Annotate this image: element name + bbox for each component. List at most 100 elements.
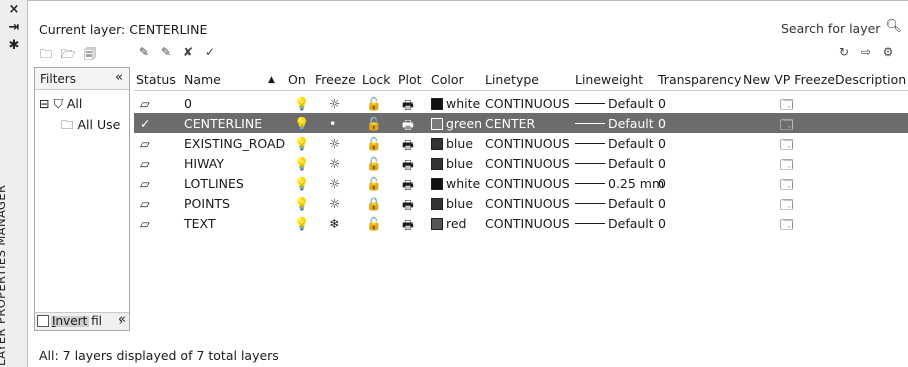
layer-name[interactable]: EXISTING_ROAD — [184, 136, 285, 151]
new-property-filter-icon[interactable]: 🗀 — [38, 45, 54, 66]
freeze-sun-icon[interactable]: ❄ — [329, 216, 339, 231]
transparency-value[interactable]: 0 — [658, 176, 666, 191]
layer-name[interactable]: LOTLINES — [184, 176, 244, 191]
set-current-icon[interactable]: ✓ — [202, 45, 218, 59]
linetype-cell[interactable]: CENTER — [485, 116, 535, 131]
collapse-tree-button[interactable]: « — [118, 312, 126, 327]
layer-name[interactable]: TEXT — [184, 216, 216, 231]
lightbulb-icon[interactable]: 💡 — [294, 136, 310, 152]
freeze-sun-icon[interactable]: ☼ — [329, 156, 340, 171]
settings-icon[interactable]: ⚙ — [880, 45, 896, 59]
expand-icon[interactable]: ⊟ — [39, 96, 49, 111]
lock-icon[interactable]: 🔓 — [366, 156, 382, 172]
invert-filter-checkbox[interactable] — [37, 315, 49, 327]
linetype-cell[interactable]: CONTINUOUS — [485, 216, 570, 231]
col-lineweight[interactable]: Lineweight — [575, 72, 643, 87]
new-layer-icon[interactable]: ✎ — [136, 45, 152, 59]
properties-icon[interactable]: ✱ — [0, 38, 28, 53]
invert-filter[interactable]: Invert fil « — [34, 311, 130, 333]
status-icon[interactable]: ▱ — [140, 196, 150, 211]
layer-name[interactable]: 0 — [184, 96, 192, 111]
lineweight-cell[interactable]: Default — [575, 216, 654, 231]
color-cell[interactable]: blue — [431, 196, 473, 211]
close-icon[interactable]: × — [0, 2, 28, 17]
freeze-sun-icon[interactable]: • — [329, 116, 336, 131]
status-icon[interactable]: ▱ — [140, 156, 150, 171]
transparency-value[interactable]: 0 — [658, 216, 666, 231]
col-status[interactable]: Status — [136, 72, 176, 87]
layer-name[interactable]: POINTS — [184, 196, 230, 211]
layer-row[interactable]: ▱ LOTLINES 💡 ☼ 🔓 🖶 white CONTINUOUS 0.25 mm 0 🗔 — [134, 173, 908, 193]
col-lock[interactable]: Lock — [362, 72, 391, 87]
color-cell[interactable]: green — [431, 116, 482, 131]
layer-states-manager-icon[interactable]: 🗐 — [82, 45, 98, 66]
lightbulb-icon[interactable]: 💡 — [294, 96, 310, 112]
freeze-sun-icon[interactable]: ☼ — [329, 136, 340, 151]
transparency-value[interactable]: 0 — [658, 196, 666, 211]
status-icon[interactable]: ▱ — [140, 176, 150, 191]
linetype-cell[interactable]: CONTINUOUS — [485, 136, 570, 151]
vp-freeze-icon[interactable]: 🗔 — [780, 216, 794, 237]
transparency-value[interactable]: 0 — [658, 96, 666, 111]
lineweight-cell[interactable]: Default — [575, 196, 654, 211]
lock-icon[interactable]: 🔓 — [366, 96, 382, 112]
filter-all-used[interactable]: 🗀 All Use — [61, 116, 120, 137]
lightbulb-icon[interactable]: 💡 — [294, 176, 310, 192]
color-cell[interactable]: white — [431, 176, 480, 191]
color-cell[interactable]: blue — [431, 156, 473, 171]
layer-row[interactable]: ▱ EXISTING_ROAD 💡 ☼ 🔓 🖶 blue CONTINUOUS Default 0… — [134, 133, 908, 153]
layer-row[interactable]: ▱ POINTS 💡 ☼ 🔒 🖶 blue CONTINUOUS Default 0 🗔 — [134, 193, 908, 213]
color-cell[interactable]: blue — [431, 136, 473, 151]
transparency-value[interactable]: 0 — [658, 156, 666, 171]
layer-row[interactable]: ✓ CENTERLINE 💡 • 🔓 🖶 green CENTER Default 0 🗔 — [134, 113, 908, 133]
color-cell[interactable]: white — [431, 96, 480, 111]
col-plot[interactable]: Plot — [398, 72, 422, 87]
col-linetype[interactable]: Linetype — [485, 72, 539, 87]
status-icon[interactable]: ✓ — [140, 116, 150, 131]
freeze-sun-icon[interactable]: ☼ — [329, 196, 340, 211]
new-group-filter-icon[interactable]: 🗁 — [60, 45, 76, 66]
layer-name[interactable]: HIWAY — [184, 156, 224, 171]
lightbulb-icon[interactable]: 💡 — [294, 216, 310, 232]
col-transparency[interactable]: Transparency — [658, 72, 741, 87]
layer-translator-icon[interactable]: ⇨ — [858, 45, 874, 59]
col-name[interactable]: Name — [184, 72, 221, 87]
search-input[interactable]: Search for layer 🔍︎ — [773, 15, 903, 39]
filter-all[interactable]: ⊟ ⛉ All — [39, 96, 82, 112]
status-icon[interactable]: ▱ — [140, 96, 150, 111]
lock-icon[interactable]: 🔓 — [366, 116, 382, 132]
lightbulb-icon[interactable]: 💡 — [294, 156, 310, 172]
collapse-filters-button[interactable]: « — [115, 70, 123, 85]
transparency-value[interactable]: 0 — [658, 116, 666, 131]
color-cell[interactable]: red — [431, 216, 467, 231]
lightbulb-icon[interactable]: 💡 — [294, 116, 310, 132]
lineweight-cell[interactable]: 0.25 mm — [575, 176, 664, 191]
col-new-vp-freeze[interactable]: New VP Freeze — [743, 72, 835, 87]
linetype-cell[interactable]: CONTINUOUS — [485, 96, 570, 111]
col-freeze[interactable]: Freeze — [315, 72, 356, 87]
lineweight-cell[interactable]: Default — [575, 136, 654, 151]
lineweight-cell[interactable]: Default — [575, 96, 654, 111]
layer-row[interactable]: ▱ 0 💡 ☼ 🔓 🖶 white CONTINUOUS Default 0 🗔 — [134, 93, 908, 113]
col-on[interactable]: On — [288, 72, 306, 87]
lock-icon[interactable]: 🔓 — [366, 136, 382, 152]
lock-icon[interactable]: 🔓 — [366, 176, 382, 192]
layer-row[interactable]: ▱ TEXT 💡 ❄ 🔓 🖶 red CONTINUOUS Default 0 🗔 — [134, 213, 908, 233]
auto-hide-icon[interactable]: ⇥ — [0, 20, 28, 35]
linetype-cell[interactable]: CONTINUOUS — [485, 196, 570, 211]
lineweight-cell[interactable]: Default — [575, 156, 654, 171]
linetype-cell[interactable]: CONTINUOUS — [485, 176, 570, 191]
layer-row[interactable]: ▱ HIWAY 💡 ☼ 🔓 🖶 blue CONTINUOUS Default 0 🗔 — [134, 153, 908, 173]
col-color[interactable]: Color — [431, 72, 464, 87]
transparency-value[interactable]: 0 — [658, 136, 666, 151]
col-description[interactable]: Description — [835, 72, 906, 87]
status-icon[interactable]: ▱ — [140, 136, 150, 151]
status-icon[interactable]: ▱ — [140, 216, 150, 231]
lightbulb-icon[interactable]: 💡 — [294, 196, 310, 212]
layer-name[interactable]: CENTERLINE — [184, 116, 262, 131]
lineweight-cell[interactable]: Default — [575, 116, 654, 131]
lock-icon[interactable]: 🔒 — [366, 196, 382, 212]
lock-icon[interactable]: 🔓 — [366, 216, 382, 232]
refresh-icon[interactable]: ↻ — [836, 45, 852, 59]
delete-layer-icon[interactable]: ✘ — [180, 45, 196, 59]
